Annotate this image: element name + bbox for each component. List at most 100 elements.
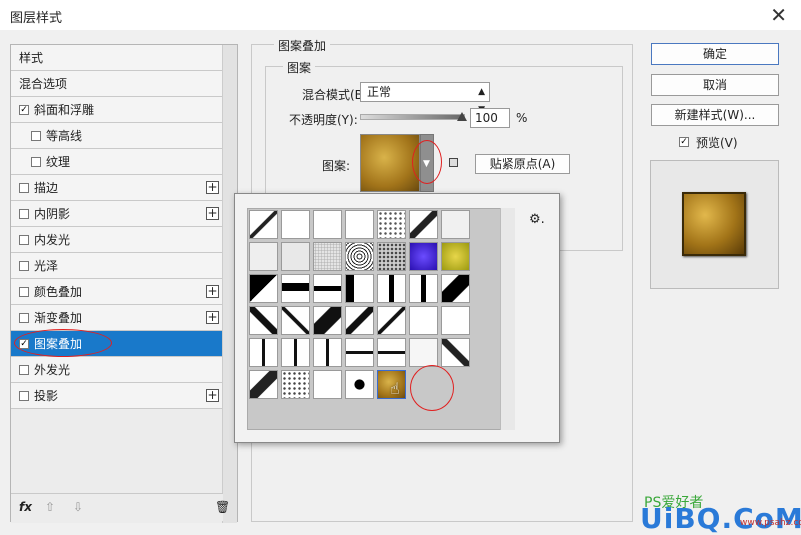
pattern-tile[interactable] [313, 370, 342, 399]
pattern-tile[interactable] [377, 306, 406, 335]
gear-icon[interactable]: ⚙. [529, 212, 545, 227]
pattern-tile[interactable] [345, 274, 374, 303]
pattern-tile[interactable] [281, 370, 310, 399]
style-item[interactable]: ✓ 斜面和浮雕 [11, 97, 223, 123]
pattern-tile[interactable] [313, 242, 342, 271]
pattern-tile[interactable] [377, 242, 406, 271]
pattern-tile[interactable] [345, 242, 374, 271]
opacity-slider-thumb[interactable] [457, 112, 467, 121]
new-style-button[interactable]: 新建样式(W)... [651, 104, 779, 126]
style-item[interactable]: 光泽 [11, 253, 223, 279]
pattern-tile[interactable] [249, 210, 278, 239]
pattern-picker-scrollbar[interactable] [500, 208, 515, 430]
pattern-tile[interactable] [441, 338, 470, 367]
style-item[interactable]: 投影 + [11, 383, 223, 409]
style-checkbox[interactable] [19, 312, 29, 323]
pattern-grid-area: ☝ [247, 208, 515, 430]
style-item[interactable]: 外发光 [11, 357, 223, 383]
pattern-tile[interactable] [313, 338, 342, 367]
style-item-label: 投影 [34, 389, 59, 403]
pattern-tile[interactable] [409, 306, 438, 335]
pattern-tile[interactable] [281, 242, 310, 271]
pattern-tile[interactable] [249, 370, 278, 399]
pattern-tile[interactable] [281, 306, 310, 335]
preview-label: 预览(V) [696, 136, 738, 150]
style-item-label: 内发光 [34, 233, 71, 247]
pattern-tile[interactable] [409, 210, 438, 239]
pattern-picker-popup: ☝ ⚙. [234, 193, 560, 443]
style-item[interactable]: 等高线 [11, 123, 223, 149]
add-effect-icon[interactable]: + [206, 207, 219, 220]
pattern-tile[interactable] [409, 242, 438, 271]
style-checkbox[interactable] [31, 130, 41, 141]
style-item-label: 描边 [34, 181, 59, 195]
style-item[interactable]: 内阴影 + [11, 201, 223, 227]
pattern-tile[interactable] [249, 338, 278, 367]
ok-button[interactable]: 确定 [651, 43, 779, 65]
pattern-tile[interactable] [377, 210, 406, 239]
add-effect-icon[interactable]: + [206, 389, 219, 402]
move-down-icon[interactable]: ⇩ [73, 500, 83, 514]
pattern-tile[interactable] [249, 306, 278, 335]
style-checkbox[interactable] [19, 234, 29, 245]
style-item[interactable]: 样式 [11, 45, 223, 71]
pattern-tile[interactable] [249, 274, 278, 303]
pattern-tile[interactable] [313, 210, 342, 239]
style-checkbox[interactable] [19, 208, 29, 219]
pattern-tile[interactable] [409, 338, 438, 367]
pattern-tile[interactable] [249, 242, 278, 271]
style-item[interactable]: 纹理 [11, 149, 223, 175]
style-item[interactable]: 描边 + [11, 175, 223, 201]
pattern-tile[interactable]: ☝ [377, 370, 406, 399]
pattern-tile[interactable] [377, 274, 406, 303]
pattern-tile[interactable] [441, 274, 470, 303]
group-title: 图案叠加 [274, 37, 331, 54]
opacity-input[interactable]: 100 [470, 108, 510, 128]
opacity-slider-track[interactable] [360, 114, 465, 120]
close-icon[interactable]: ✕ [770, 3, 787, 27]
style-item-label: 光泽 [34, 259, 59, 273]
watermark-site: www.psahz.com [740, 518, 801, 528]
style-item-label: 斜面和浮雕 [34, 103, 95, 117]
cancel-button[interactable]: 取消 [651, 74, 779, 96]
style-checkbox[interactable] [19, 182, 29, 193]
pattern-tile[interactable] [345, 370, 374, 399]
pattern-tile[interactable] [441, 210, 470, 239]
pattern-tile[interactable] [313, 274, 342, 303]
pattern-tile[interactable] [281, 274, 310, 303]
style-checkbox[interactable] [19, 390, 29, 401]
add-effect-icon[interactable]: + [206, 285, 219, 298]
style-checkbox[interactable] [19, 364, 29, 375]
pattern-tile[interactable] [441, 306, 470, 335]
highlight-ellipse [410, 365, 454, 411]
move-up-icon[interactable]: ⇧ [45, 500, 55, 514]
preview-checkbox[interactable]: ✓ [679, 137, 689, 147]
style-checkbox[interactable] [31, 156, 41, 167]
pattern-tile[interactable] [281, 210, 310, 239]
pattern-tile[interactable] [409, 274, 438, 303]
pattern-tile[interactable] [377, 338, 406, 367]
add-effect-icon[interactable]: + [206, 311, 219, 324]
style-item-label: 等高线 [46, 129, 83, 143]
style-checkbox[interactable]: ✓ [19, 104, 29, 115]
style-item[interactable]: 混合选项 [11, 71, 223, 97]
style-checkbox[interactable] [19, 260, 29, 271]
trash-icon[interactable]: 🗑 [215, 500, 230, 514]
style-item[interactable]: 渐变叠加 + [11, 305, 223, 331]
pattern-tile[interactable] [441, 242, 470, 271]
pattern-tile[interactable] [345, 306, 374, 335]
pattern-swatch[interactable] [360, 134, 420, 192]
pattern-tile[interactable] [313, 306, 342, 335]
pattern-tile[interactable] [345, 338, 374, 367]
style-item[interactable]: 颜色叠加 + [11, 279, 223, 305]
fx-icon[interactable]: fx [19, 500, 32, 514]
subgroup-title: 图案 [283, 59, 316, 76]
snap-origin-button[interactable]: 贴紧原点(A) [475, 154, 570, 174]
pattern-tile[interactable] [281, 338, 310, 367]
pattern-tile[interactable] [345, 210, 374, 239]
blend-mode-select[interactable]: 正常 ▲▼ [360, 82, 490, 115]
style-item[interactable]: 内发光 [11, 227, 223, 253]
style-checkbox[interactable] [19, 286, 29, 297]
new-preset-icon[interactable] [449, 158, 458, 167]
add-effect-icon[interactable]: + [206, 181, 219, 194]
